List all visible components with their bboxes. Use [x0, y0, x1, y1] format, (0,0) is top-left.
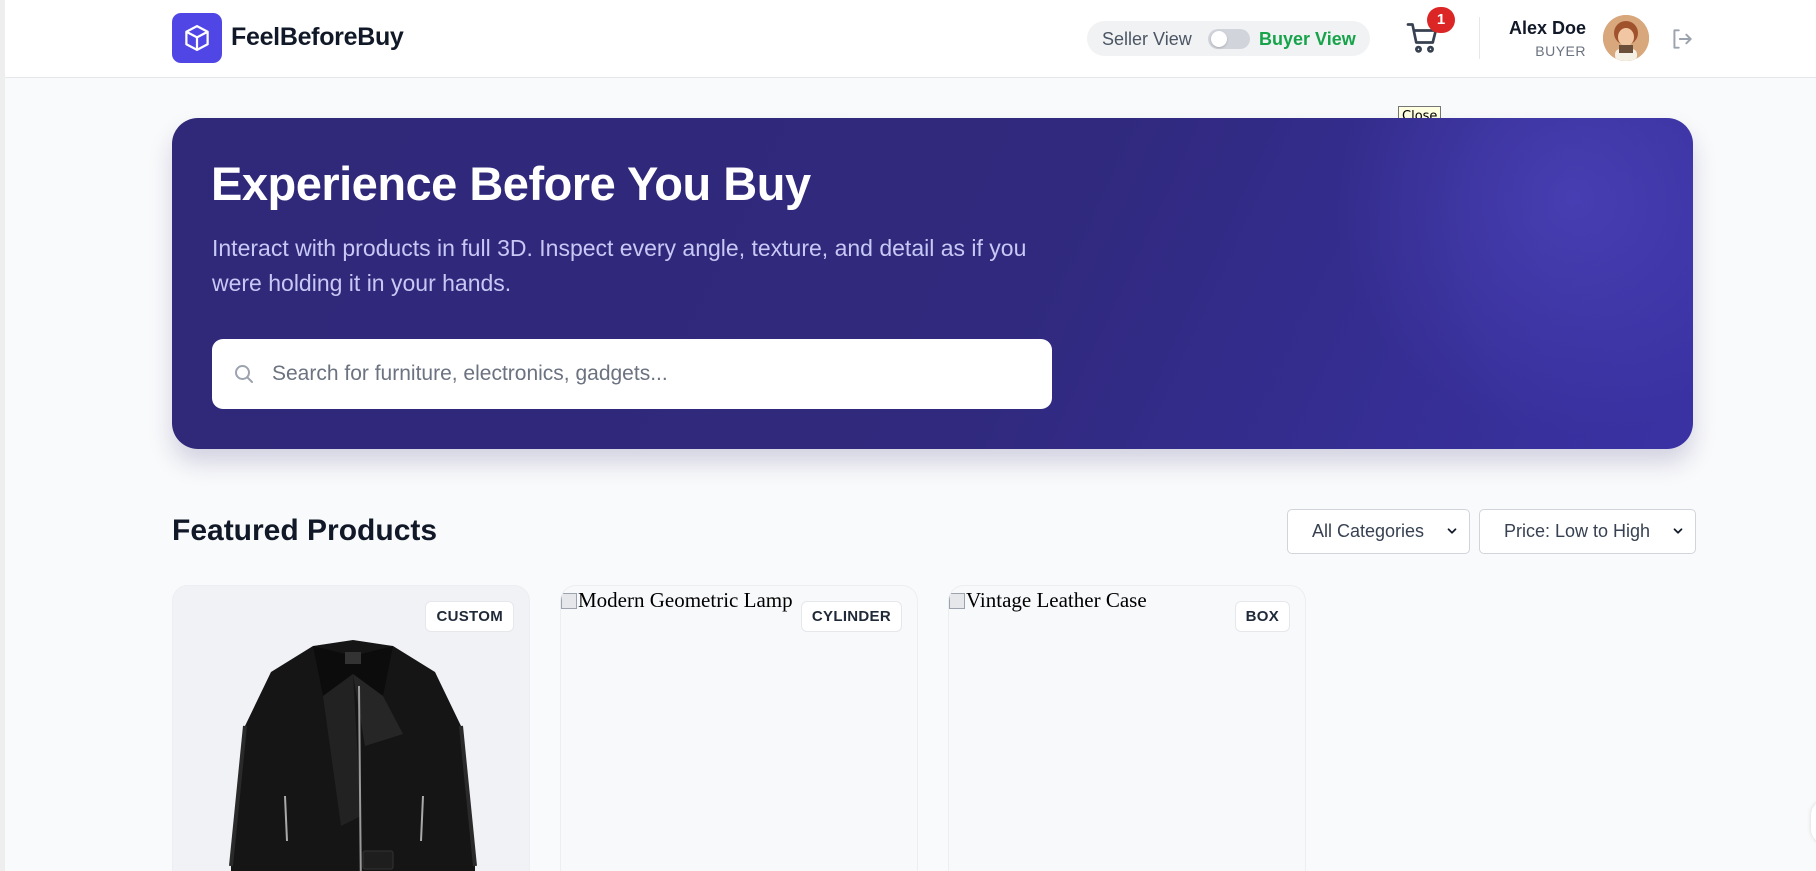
- product-card[interactable]: Modern Geometric Lamp CYLINDER: [560, 585, 918, 871]
- shape-tag: CUSTOM: [425, 601, 514, 632]
- hero-title: Experience Before You Buy: [211, 157, 811, 210]
- user-role: BUYER: [1535, 43, 1586, 59]
- cart-count-badge: 1: [1427, 7, 1455, 33]
- section-title: Featured Products: [172, 514, 438, 547]
- search-bar[interactable]: [212, 339, 1052, 409]
- brand-logo[interactable]: [172, 13, 222, 63]
- user-name: Alex Doe: [1508, 18, 1586, 38]
- category-select-value: All Categories: [1312, 521, 1425, 541]
- sort-select[interactable]: Price: Low to High: [1479, 509, 1696, 554]
- broken-image-alt: Vintage Leather Case: [949, 588, 1147, 613]
- view-mode-toggle[interactable]: Seller View Buyer View: [1087, 21, 1370, 56]
- broken-image-icon: [561, 593, 577, 609]
- top-navbar: FeelBeforeBuy Seller View Buyer View 1 A…: [5, 0, 1816, 78]
- chevron-down-icon: [1447, 528, 1457, 534]
- logout-button[interactable]: [1669, 26, 1695, 52]
- app-page: FeelBeforeBuy Seller View Buyer View 1 A…: [5, 0, 1816, 871]
- product-image: [229, 640, 477, 871]
- cube-icon: [185, 25, 209, 51]
- product-image-alt-text: Modern Geometric Lamp: [578, 588, 793, 612]
- brand-name[interactable]: FeelBeforeBuy: [231, 23, 404, 52]
- header-divider: [1479, 17, 1480, 59]
- view-switch[interactable]: [1208, 29, 1250, 49]
- seller-view-label[interactable]: Seller View: [1102, 29, 1192, 50]
- hero-glow: [1333, 118, 1693, 438]
- buyer-view-label[interactable]: Buyer View: [1259, 29, 1356, 50]
- shape-tag: BOX: [1234, 601, 1290, 632]
- product-image-alt-text: Vintage Leather Case: [966, 588, 1147, 612]
- floating-action-button[interactable]: [1811, 800, 1816, 844]
- shape-tag: CYLINDER: [800, 601, 902, 632]
- product-card[interactable]: Vintage Leather Case BOX: [948, 585, 1306, 871]
- hero-banner: Experience Before You Buy Interact with …: [172, 118, 1693, 449]
- hero-subtitle: Interact with products in full 3D. Inspe…: [212, 235, 1027, 296]
- search-input[interactable]: [272, 339, 1032, 409]
- search-icon: [235, 365, 253, 383]
- user-avatar[interactable]: [1603, 15, 1649, 61]
- category-select[interactable]: All Categories: [1287, 509, 1470, 554]
- product-card[interactable]: CUSTOM: [172, 585, 530, 871]
- chevron-down-icon: [1673, 528, 1683, 534]
- broken-image-alt: Modern Geometric Lamp: [561, 588, 793, 613]
- sort-select-value: Price: Low to High: [1504, 521, 1651, 541]
- switch-knob: [1211, 31, 1227, 47]
- broken-image-icon: [949, 593, 965, 609]
- avatar-image: [1603, 15, 1649, 61]
- logout-icon: [1673, 29, 1692, 49]
